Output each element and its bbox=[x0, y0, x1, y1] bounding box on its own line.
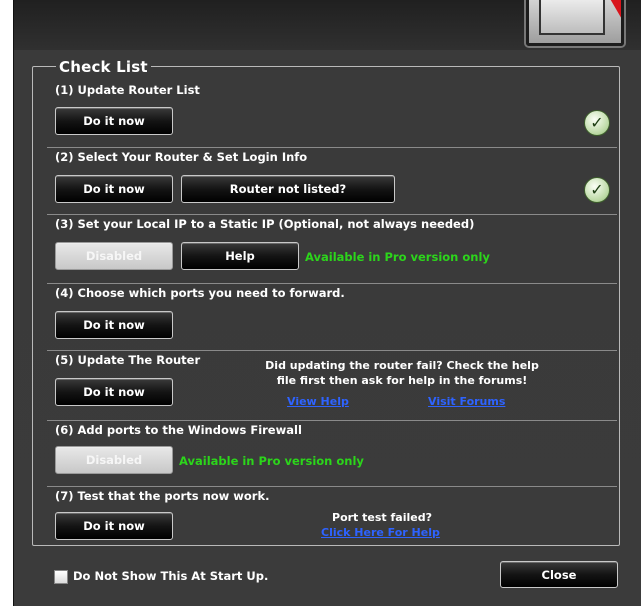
app-logo-icon bbox=[526, 0, 624, 46]
step-5-do-it-now-button[interactable]: Do it now bbox=[55, 378, 173, 406]
step-3-disabled-button: Disabled bbox=[55, 242, 173, 270]
port-test-failed-text: Port test failed? bbox=[332, 511, 432, 524]
router-not-listed-button[interactable]: Router not listed? bbox=[181, 175, 395, 203]
close-button[interactable]: Close bbox=[500, 561, 618, 588]
view-help-link[interactable]: View Help bbox=[287, 395, 349, 408]
step-7-title: (7) Test that the ports now work. bbox=[55, 489, 270, 503]
step-2-select-router: (2) Select Your Router & Set Login Info … bbox=[47, 147, 617, 215]
step-6-windows-firewall: (6) Add ports to the Windows Firewall Di… bbox=[47, 420, 617, 487]
click-here-for-help-link[interactable]: Click Here For Help bbox=[321, 526, 440, 539]
step-5-title: (5) Update The Router bbox=[55, 353, 201, 367]
step-4-title: (4) Choose which ports you need to forwa… bbox=[55, 286, 345, 300]
checkmark-icon: ✓ bbox=[584, 177, 610, 203]
step-7-do-it-now-button[interactable]: Do it now bbox=[55, 512, 173, 540]
pro-version-note: Available in Pro version only bbox=[179, 454, 364, 468]
step-2-title: (2) Select Your Router & Set Login Info bbox=[55, 150, 308, 164]
step-1-title: (1) Update Router List bbox=[55, 83, 200, 97]
step-4-do-it-now-button[interactable]: Do it now bbox=[55, 311, 173, 339]
update-fail-help-text: Did updating the router fail? Check the … bbox=[265, 359, 539, 387]
do-not-show-label[interactable]: Do Not Show This At Start Up. bbox=[73, 569, 268, 583]
step-1-update-router-list: (1) Update Router List Do it now ✓ bbox=[47, 80, 617, 148]
checkmark-icon: ✓ bbox=[584, 110, 610, 136]
checklist-title: Check List bbox=[56, 58, 151, 76]
do-not-show-checkbox[interactable] bbox=[54, 570, 68, 584]
step-2-do-it-now-button[interactable]: Do it now bbox=[55, 175, 173, 203]
step-5-update-router: (5) Update The Router Do it now Did upda… bbox=[47, 350, 617, 421]
step-7-test-ports: (7) Test that the ports now work. Do it … bbox=[47, 486, 617, 546]
step-4-choose-ports: (4) Choose which ports you need to forwa… bbox=[47, 283, 617, 351]
pro-version-note: Available in Pro version only bbox=[305, 250, 490, 264]
step-3-help-button[interactable]: Help bbox=[181, 242, 299, 270]
step-3-title: (3) Set your Local IP to a Static IP (Op… bbox=[55, 217, 475, 231]
step-6-disabled-button: Disabled bbox=[55, 446, 173, 474]
step-3-static-ip: (3) Set your Local IP to a Static IP (Op… bbox=[47, 214, 617, 284]
step-6-title: (6) Add ports to the Windows Firewall bbox=[55, 423, 302, 437]
step-1-do-it-now-button[interactable]: Do it now bbox=[55, 107, 173, 135]
visit-forums-link[interactable]: Visit Forums bbox=[428, 395, 505, 408]
